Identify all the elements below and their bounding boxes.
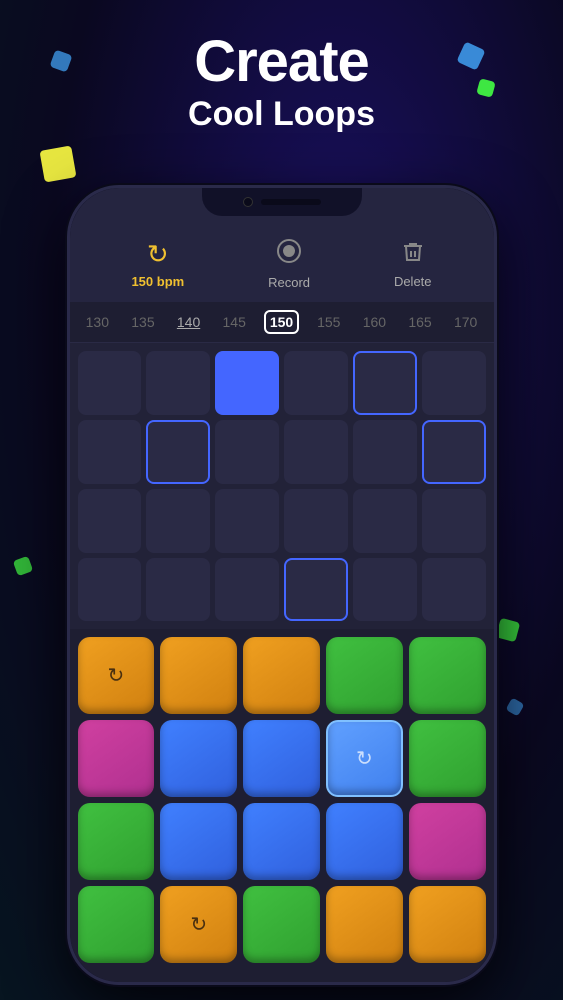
pad-0-2[interactable] [243,637,320,714]
phone-frame: ↻ 150 bpm Record [67,185,497,985]
grid-cell-0-0[interactable] [78,351,142,415]
grid-cell-2-5[interactable] [422,489,486,553]
page-subtitle: Cool Loops [0,94,563,135]
pad-2-1[interactable] [160,803,237,880]
delete-icon [401,240,425,270]
bpm-140: 140 [173,314,205,330]
grid-cell-2-4[interactable] [353,489,417,553]
grid-cell-0-3[interactable] [284,351,348,415]
grid-cell-0-2[interactable] [215,351,279,415]
grid-cell-2-0[interactable] [78,489,142,553]
pad-0-0[interactable]: ↻ [78,637,155,714]
grid-cell-1-2[interactable] [215,420,279,484]
side-button-right-2 [494,438,497,508]
record-label: Record [268,275,310,290]
grid-cell-3-0[interactable] [78,558,142,622]
bpm-160: 160 [358,314,390,330]
pad-1-4[interactable] [409,720,486,797]
grid-cell-2-2[interactable] [215,489,279,553]
bpm-155: 155 [313,314,345,330]
bpm-control[interactable]: ↻ 150 bpm [131,239,184,289]
pad-3-3[interactable] [326,886,403,963]
grid-cell-2-1[interactable] [146,489,210,553]
delete-label: Delete [394,274,432,289]
float-sq-3 [39,145,76,182]
bpm-165: 165 [404,314,436,330]
pad-2-3[interactable] [326,803,403,880]
pad-1-0[interactable] [78,720,155,797]
pad-0-1[interactable] [160,637,237,714]
pad-0-4[interactable] [409,637,486,714]
grid-cell-0-1[interactable] [146,351,210,415]
bpm-icon: ↻ [147,239,169,270]
pad-3-2[interactable] [243,886,320,963]
grid-cell-1-0[interactable] [78,420,142,484]
grid-cell-3-5[interactable] [422,558,486,622]
grid-cell-0-4[interactable] [353,351,417,415]
bpm-150[interactable]: 150 [264,310,299,334]
phone-screen: ↻ 150 bpm Record [70,188,494,982]
pad-1-1[interactable] [160,720,237,797]
pad-2-4[interactable] [409,803,486,880]
bpm-135: 135 [127,314,159,330]
drum-pads: ↻ ↻ ↻ [70,629,494,970]
bpm-value: 150 bpm [131,274,184,289]
page-title: Create [0,30,563,94]
speaker-bar [261,199,321,205]
side-button-right-1 [494,348,497,418]
header: Create Cool Loops [0,30,563,135]
record-button[interactable]: Record [268,238,310,290]
pad-3-1[interactable]: ↻ [160,886,237,963]
pad-0-3[interactable] [326,637,403,714]
grid-cell-3-4[interactable] [353,558,417,622]
grid-cell-0-5[interactable] [422,351,486,415]
pad-2-2[interactable] [243,803,320,880]
phone-notch [202,188,362,216]
bpm-ruler: 130 135 140 145 150 155 160 165 170 [70,302,494,343]
grid-cell-1-4[interactable] [353,420,417,484]
bpm-130: 130 [81,314,113,330]
camera-dot [243,197,253,207]
delete-button[interactable]: Delete [394,240,432,289]
pad-1-3[interactable]: ↻ [326,720,403,797]
grid-cell-1-1[interactable] [146,420,210,484]
grid-cell-1-5[interactable] [422,420,486,484]
pad-1-2[interactable] [243,720,320,797]
record-icon [276,238,302,271]
grid-cell-2-3[interactable] [284,489,348,553]
bpm-145: 145 [218,314,250,330]
grid-cell-3-3[interactable] [284,558,348,622]
pad-3-0[interactable] [78,886,155,963]
grid-cell-1-3[interactable] [284,420,348,484]
grid-cell-3-1[interactable] [146,558,210,622]
bpm-170: 170 [450,314,482,330]
pad-3-4[interactable] [409,886,486,963]
grid-cell-3-2[interactable] [215,558,279,622]
pad-2-0[interactable] [78,803,155,880]
beat-grid [70,343,494,629]
